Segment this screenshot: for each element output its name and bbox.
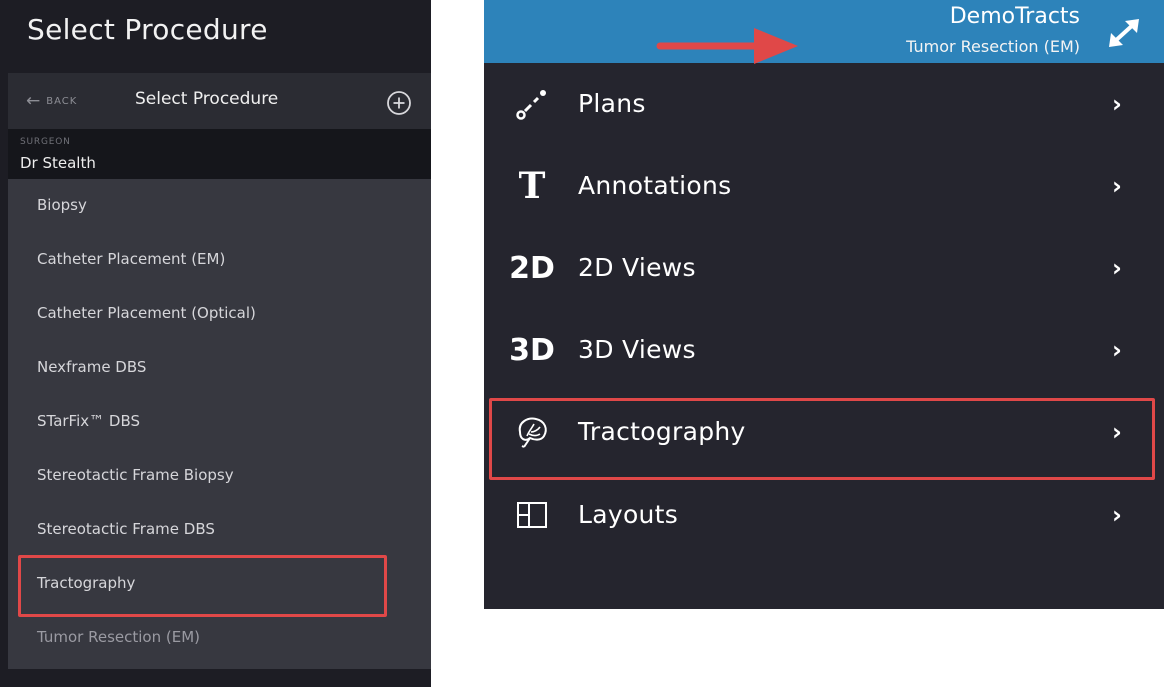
procedure-item-catheter-optical[interactable]: Catheter Placement (Optical) <box>37 304 256 322</box>
surgeon-label: SURGEON <box>20 137 71 147</box>
menu-item-layouts[interactable]: Layouts › <box>484 480 1164 550</box>
menu-item-annotations[interactable]: T Annotations › <box>484 151 1164 221</box>
procedure-menu-panel: DemoTracts Tumor Resection (EM) Plans › … <box>484 0 1164 609</box>
menu-label-layouts: Layouts <box>578 500 679 529</box>
procedure-item-biopsy[interactable]: Biopsy <box>37 196 87 214</box>
chevron-right-icon: › <box>1112 172 1122 200</box>
card-header-title: Select Procedure <box>135 89 279 109</box>
back-button[interactable]: ← BACK <box>26 92 77 110</box>
menu-item-plans[interactable]: Plans › <box>484 69 1164 139</box>
2d-icon: 2D <box>509 250 555 286</box>
procedure-item-tumor-resection[interactable]: Tumor Resection (EM) <box>37 628 200 646</box>
surgeon-selector[interactable]: SURGEON Dr Stealth <box>8 129 431 179</box>
card-header: ← BACK Select Procedure <box>8 73 431 129</box>
chevron-right-icon: › <box>1112 90 1122 118</box>
back-arrow-icon: ← <box>26 91 41 111</box>
procedure-item-starfix-dbs[interactable]: STarFix™ DBS <box>37 412 140 430</box>
annotation-t-icon: T <box>518 165 546 207</box>
plans-icon <box>504 69 560 139</box>
procedure-item-frame-biopsy[interactable]: Stereotactic Frame Biopsy <box>37 466 234 484</box>
chevron-right-icon: › <box>1112 336 1122 364</box>
expand-arrows-icon[interactable] <box>1104 14 1144 52</box>
exam-name: DemoTracts <box>949 4 1080 29</box>
menu-item-tractography[interactable]: Tractography › <box>484 397 1164 467</box>
procedure-item-nexframe-dbs[interactable]: Nexframe DBS <box>37 358 146 376</box>
menu-label-plans: Plans <box>578 89 646 118</box>
menu-item-2d-views[interactable]: 2D 2D Views › <box>484 233 1164 303</box>
procedure-item-catheter-em[interactable]: Catheter Placement (EM) <box>37 250 225 268</box>
menu-label-2d-views: 2D Views <box>578 253 696 282</box>
menu-label-tractography: Tractography <box>578 417 746 446</box>
red-annotation-arrow <box>656 28 798 64</box>
plus-circle-icon[interactable] <box>386 90 412 116</box>
surgeon-name: Dr Stealth <box>20 154 96 172</box>
procedure-card: ← BACK Select Procedure SURGEON Dr Steal… <box>8 73 431 669</box>
menu-item-3d-views[interactable]: 3D 3D Views › <box>484 315 1164 385</box>
chevron-right-icon: › <box>1112 254 1122 282</box>
chevron-right-icon: › <box>1112 501 1122 529</box>
chevron-right-icon: › <box>1112 418 1122 446</box>
layouts-icon <box>504 480 560 550</box>
tractography-brain-icon <box>504 397 560 467</box>
procedure-item-tractography[interactable]: Tractography <box>37 574 135 592</box>
page-title: Select Procedure <box>27 13 268 46</box>
back-label: BACK <box>46 95 78 107</box>
menu-label-annotations: Annotations <box>578 171 732 200</box>
current-procedure: Tumor Resection (EM) <box>906 37 1080 56</box>
procedure-item-frame-dbs[interactable]: Stereotactic Frame DBS <box>37 520 215 538</box>
patient-header: DemoTracts Tumor Resection (EM) <box>484 0 1164 64</box>
3d-icon: 3D <box>509 332 555 368</box>
select-procedure-panel: Select Procedure ← BACK Select Procedure… <box>0 0 431 687</box>
menu-label-3d-views: 3D Views <box>578 335 696 364</box>
